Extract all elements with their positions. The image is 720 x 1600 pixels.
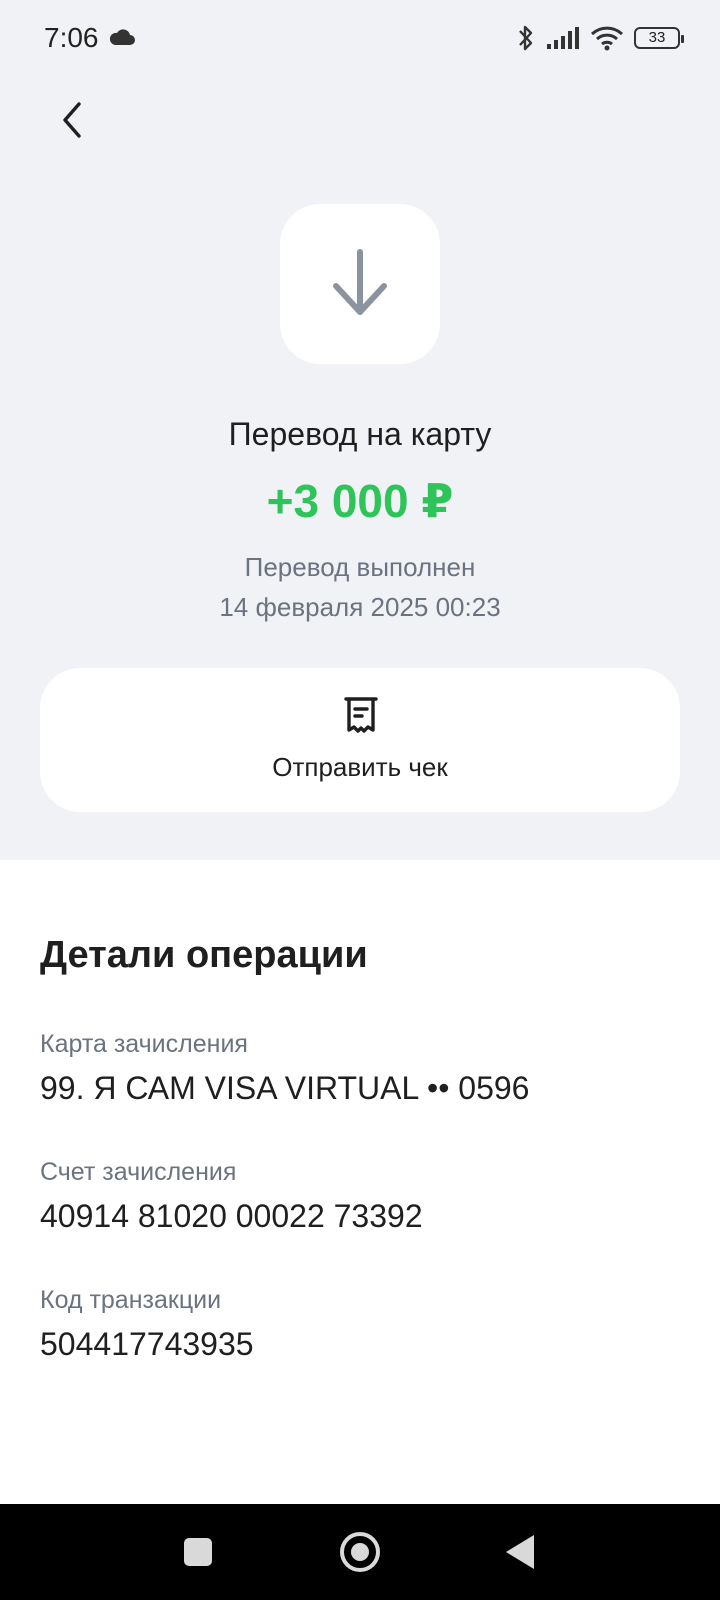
chevron-left-icon	[63, 102, 81, 138]
detail-label-card: Карта зачисления	[40, 1030, 248, 1058]
transaction-datetime: 14 февраля 2025 00:23	[219, 592, 501, 622]
send-receipt-button[interactable]	[40, 668, 680, 812]
status-bar: 7:06 33	[0, 0, 720, 80]
detail-value-transaction-code: 504417743935	[40, 1326, 254, 1362]
details-title: Детали операции	[40, 934, 368, 976]
system-back-button[interactable]	[506, 1535, 534, 1569]
signal-icon	[547, 27, 579, 49]
battery-icon: 33	[634, 27, 684, 49]
navigation-bar	[0, 1504, 720, 1600]
recent-apps-button[interactable]	[184, 1538, 212, 1566]
status-time: 7:06	[44, 22, 99, 53]
detail-value-card: 99. Я САМ VISA VIRTUAL •• 0596	[40, 1070, 530, 1106]
arrow-down-icon	[333, 249, 387, 315]
transaction-amount: +3 000 ₽	[266, 475, 454, 527]
transaction-status: Перевод выполнен	[244, 552, 476, 582]
wifi-icon	[590, 26, 624, 51]
back-button[interactable]	[52, 96, 92, 144]
send-receipt-label[interactable]: Отправить чек	[0, 752, 720, 783]
home-button[interactable]	[340, 1532, 380, 1572]
bluetooth-icon	[519, 25, 533, 51]
receipt-icon	[344, 697, 378, 733]
detail-label-transaction-code: Код транзакции	[40, 1286, 222, 1314]
transaction-icon-tile	[280, 204, 440, 364]
detail-label-account: Счет зачисления	[40, 1158, 237, 1186]
transaction-title: Перевод на карту	[228, 416, 492, 452]
cloud-icon	[109, 29, 135, 45]
status-icons: 33	[516, 22, 684, 54]
screen: 7:06 33 Перевод на карту +3 000 ₽ Перево…	[0, 0, 720, 1600]
detail-value-account: 40914 81020 00022 73392	[40, 1198, 423, 1234]
